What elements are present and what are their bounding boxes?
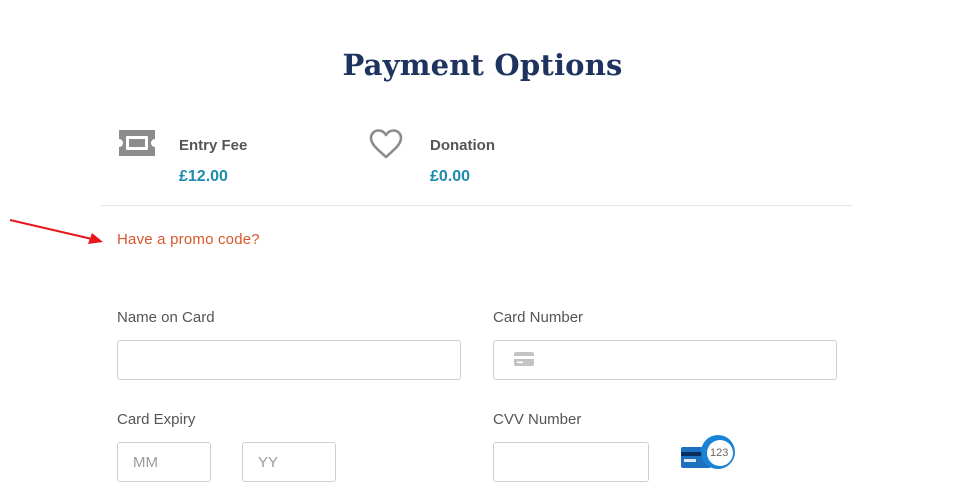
entry-fee-amount: £12.00 (179, 168, 228, 185)
expiry-year-input[interactable] (242, 442, 336, 482)
annotation-arrow-icon (9, 219, 103, 244)
donation-amount: £0.00 (430, 168, 471, 185)
name-on-card-input[interactable] (117, 340, 461, 380)
name-on-card-label: Name on Card (117, 309, 215, 326)
cvv-input[interactable] (493, 442, 649, 482)
entry-fee-label: Entry Fee (179, 137, 248, 154)
card-number-input[interactable] (493, 340, 837, 380)
cvv-hint-text: 123 (710, 447, 729, 459)
credit-card-icon (514, 352, 534, 366)
donation-label: Donation (430, 137, 495, 154)
section-divider (101, 205, 853, 206)
expiry-month-input[interactable] (117, 442, 211, 482)
heart-icon (369, 129, 403, 159)
ticket-icon (119, 130, 155, 156)
promo-code-link[interactable]: Have a promo code? (117, 231, 260, 248)
cvv-card-icon: 123 (680, 432, 740, 474)
page-title: Payment Options (342, 48, 623, 82)
card-expiry-label: Card Expiry (117, 411, 196, 428)
card-number-label: Card Number (493, 309, 584, 326)
cvv-number-label: CVV Number (493, 411, 582, 428)
